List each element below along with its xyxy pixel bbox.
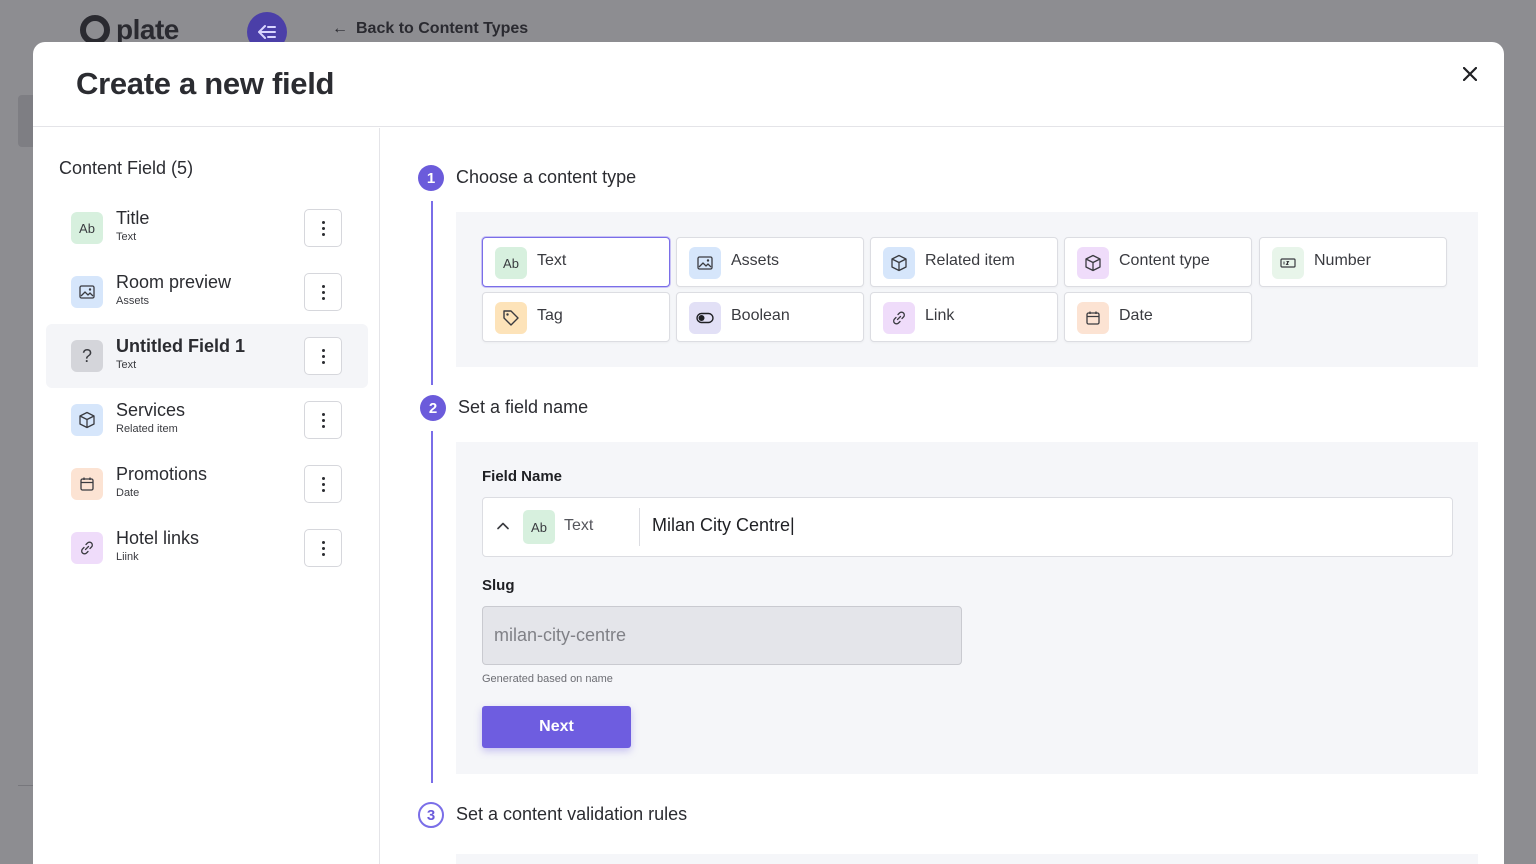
- field-type-selector[interactable]: Text: [564, 517, 593, 535]
- content-type-related-item[interactable]: Related item: [870, 237, 1058, 287]
- input-divider: [639, 508, 640, 546]
- calendar-icon: [71, 468, 103, 500]
- step-2-connector: [431, 431, 433, 783]
- content-type-grid: Ab Text Assets Related item Content type…: [456, 212, 1478, 367]
- text-icon: Ab: [523, 510, 555, 544]
- field-item-services[interactable]: Services Related item: [46, 388, 368, 452]
- modal-title: Create a new field: [76, 66, 335, 101]
- content-type-boolean[interactable]: Boolean: [676, 292, 864, 342]
- field-name-input[interactable]: Milan City Centre|: [652, 515, 795, 536]
- content-type-content-type[interactable]: Content type: [1064, 237, 1252, 287]
- slug-hint: Generated based on name: [482, 673, 613, 685]
- step-1-badge: 1: [418, 165, 444, 191]
- field-item-name: Promotions: [116, 464, 208, 484]
- content-type-label: Content type: [1119, 252, 1210, 269]
- arrow-left-icon: ←: [332, 20, 348, 37]
- cube-icon: [883, 247, 915, 279]
- content-type-label: Boolean: [731, 307, 790, 324]
- content-type-link[interactable]: Link: [870, 292, 1058, 342]
- field-item-room-preview[interactable]: Room preview Assets: [46, 260, 368, 324]
- field-item-menu-button[interactable]: [304, 529, 342, 567]
- tag-icon: [495, 302, 527, 334]
- text-icon: Ab: [495, 247, 527, 279]
- content-type-label: Date: [1119, 307, 1153, 324]
- background-sidebar-tab: [18, 95, 34, 147]
- field-item-menu-button[interactable]: [304, 401, 342, 439]
- cube-icon: [1077, 247, 1109, 279]
- content-type-label: Text: [537, 252, 567, 269]
- field-item-name: Room preview: [116, 272, 232, 292]
- field-name-input-group: Ab Text Milan City Centre|: [482, 497, 1453, 557]
- field-item-hotel-links[interactable]: Hotel links Liink: [46, 516, 368, 580]
- field-name-section: Field Name Ab Text Milan City Centre| Sl…: [456, 442, 1478, 774]
- field-item-type: Assets: [116, 295, 150, 307]
- field-item-name: Hotel links: [116, 528, 200, 548]
- content-field-panel: Content Field (5) Ab Title Text Room pre…: [33, 128, 380, 864]
- validation-rules-section: [456, 854, 1478, 864]
- cube-icon: [71, 404, 103, 436]
- content-type-date[interactable]: Date: [1064, 292, 1252, 342]
- field-item-menu-button[interactable]: [304, 337, 342, 375]
- step-1-title: Choose a content type: [456, 167, 637, 187]
- image-icon: [71, 276, 103, 308]
- content-type-text[interactable]: Ab Text: [482, 237, 670, 287]
- content-field-heading: Content Field (5): [59, 158, 194, 178]
- content-type-assets[interactable]: Assets: [676, 237, 864, 287]
- field-item-menu-button[interactable]: [304, 465, 342, 503]
- content-type-label: Tag: [537, 307, 563, 324]
- text-icon: Ab: [71, 212, 103, 244]
- slug-value: milan-city-centre: [494, 625, 627, 645]
- field-item-name: Services: [116, 400, 186, 420]
- field-name-label: Field Name: [482, 468, 563, 485]
- content-type-tag[interactable]: Tag: [482, 292, 670, 342]
- step-2-title: Set a field name: [458, 397, 589, 417]
- field-setup-panel: 1 Choose a content type Ab Text Assets R…: [381, 128, 1504, 864]
- step-2-badge: 2: [420, 395, 446, 421]
- field-item-type: Text: [116, 359, 137, 371]
- field-item-type: Date: [116, 487, 140, 499]
- content-type-number[interactable]: Number: [1259, 237, 1447, 287]
- question-icon: ?: [71, 340, 103, 372]
- field-item-name: Untitled Field 1: [116, 336, 246, 356]
- field-item-title[interactable]: Ab Title Text: [46, 196, 368, 260]
- background-divider: [18, 785, 34, 786]
- content-type-label: Link: [925, 307, 955, 324]
- content-type-label: Number: [1314, 252, 1371, 269]
- calendar-icon: [1077, 302, 1109, 334]
- content-type-label: Related item: [925, 252, 1015, 269]
- content-field-list: Ab Title Text Room preview Assets ? Unti…: [46, 196, 368, 580]
- field-item-menu-button[interactable]: [304, 209, 342, 247]
- field-item-type: Liink: [116, 551, 139, 563]
- create-field-modal: Create a new field Content Field (5) Ab …: [33, 42, 1504, 864]
- step-1-connector: [431, 201, 433, 385]
- field-item-untitled-field-1[interactable]: ? Untitled Field 1 Text: [46, 324, 368, 388]
- close-button[interactable]: [1458, 62, 1482, 86]
- close-icon: [1463, 67, 1477, 81]
- image-icon: [689, 247, 721, 279]
- link-icon: [883, 302, 915, 334]
- number-icon: [1272, 247, 1304, 279]
- chevron-up-icon[interactable]: [495, 518, 511, 534]
- step-3-badge: 3: [418, 802, 444, 828]
- toggle-icon: [689, 302, 721, 334]
- back-to-content-types-link: ← Back to Content Types: [332, 20, 529, 37]
- next-button[interactable]: Next: [482, 706, 631, 748]
- field-item-name: Title: [116, 208, 150, 228]
- field-item-promotions[interactable]: Promotions Date: [46, 452, 368, 516]
- slug-input: milan-city-centre: [482, 606, 962, 665]
- modal-header: Create a new field: [33, 42, 1504, 127]
- field-item-menu-button[interactable]: [304, 273, 342, 311]
- link-icon: [71, 532, 103, 564]
- step-3-title: Set a content validation rules: [456, 804, 688, 824]
- logo-ring-icon: [80, 15, 110, 45]
- field-item-type: Related item: [116, 423, 178, 435]
- field-item-type: Text: [116, 231, 137, 243]
- slug-label: Slug: [482, 577, 515, 594]
- content-type-label: Assets: [731, 252, 780, 269]
